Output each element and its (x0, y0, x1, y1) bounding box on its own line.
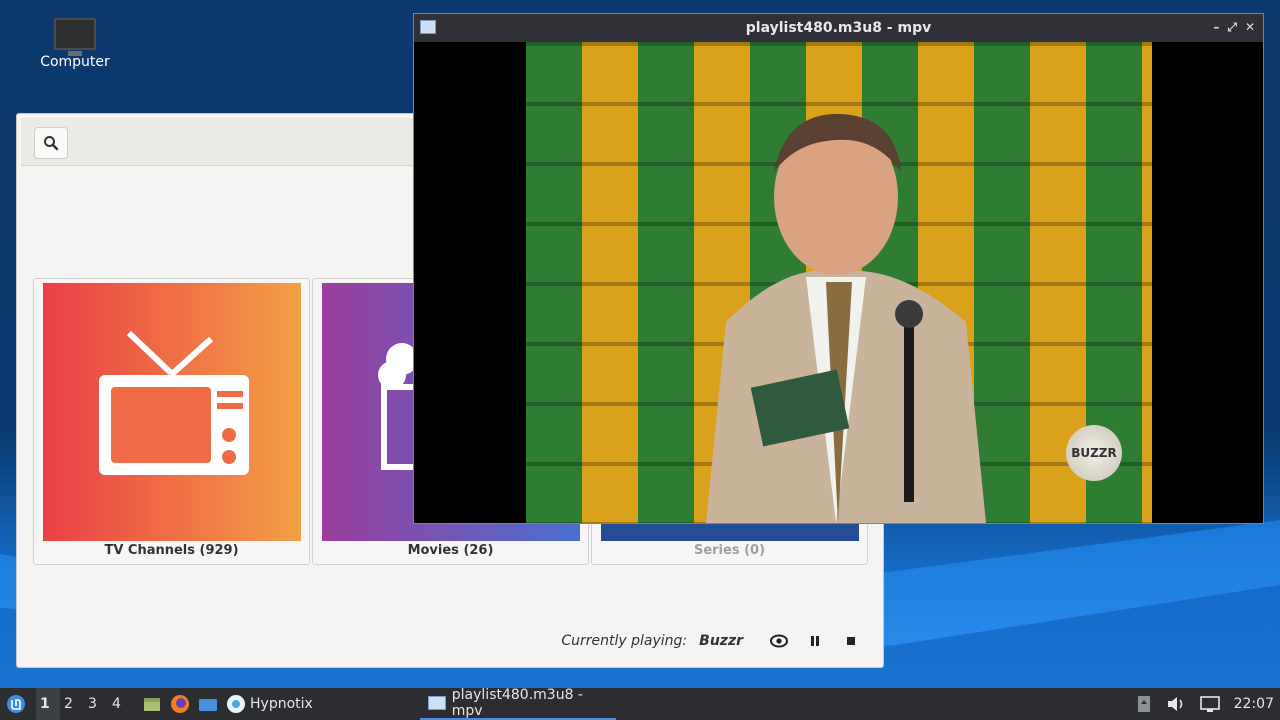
window-icon (428, 696, 446, 710)
removable-drive-icon[interactable] (1136, 694, 1152, 714)
folder-icon (199, 699, 217, 711)
desktop-icon-computer[interactable]: Computer (36, 18, 114, 70)
search-icon (44, 136, 59, 151)
pause-button[interactable] (803, 629, 827, 653)
task-hypnotix[interactable]: Hypnotix (222, 688, 317, 720)
volume-icon[interactable] (1166, 695, 1186, 713)
video-host-figure (706, 113, 986, 523)
firefox-launcher[interactable] (166, 688, 194, 720)
workspace-1[interactable]: 1 (36, 688, 60, 720)
folder-launcher[interactable] (194, 688, 222, 720)
window-icon (420, 20, 436, 34)
card-label: Movies (26) (407, 543, 494, 558)
eye-icon (770, 634, 788, 648)
firefox-icon (171, 695, 189, 713)
mint-menu-icon (7, 695, 25, 713)
files-launcher[interactable] (138, 688, 166, 720)
hypnotix-icon (227, 695, 245, 713)
clock[interactable]: 22:07 (1234, 696, 1274, 712)
desktop-icon-label: Computer (40, 54, 110, 70)
search-button[interactable] (34, 127, 68, 159)
mpv-title: playlist480.m3u8 - mpv (745, 20, 932, 36)
card-label: TV Channels (929) (104, 543, 239, 558)
show-video-button[interactable] (767, 629, 791, 653)
workspace-3[interactable]: 3 (84, 688, 108, 720)
currently-playing-label: Currently playing: (561, 633, 688, 649)
tv-art (43, 283, 301, 541)
mint-menu-button[interactable] (0, 688, 30, 720)
tv-icon (99, 330, 249, 475)
workspace-2[interactable]: 2 (60, 688, 84, 720)
task-mpv[interactable]: playlist480.m3u8 - mpv (420, 687, 616, 720)
monitor-icon (54, 18, 96, 56)
task-label: playlist480.m3u8 - mpv (451, 687, 583, 719)
pause-icon (811, 636, 819, 646)
video-frame[interactable]: BUZZR (526, 42, 1152, 523)
task-label: Hypnotix (250, 696, 313, 712)
maximize-icon[interactable]: ⤢ (1227, 20, 1237, 35)
taskbar: 1 2 3 4 Hypnotix playlist480.m3u8 - mpv (0, 687, 1280, 720)
minimize-icon[interactable]: – (1213, 20, 1219, 35)
window-controls: – ⤢ ✕ (1213, 20, 1255, 35)
channel-watermark: BUZZR (1066, 425, 1122, 481)
files-icon (144, 698, 160, 711)
card-label: Series (0) (693, 543, 766, 558)
close-icon[interactable]: ✕ (1245, 20, 1255, 35)
card-tv-channels[interactable]: TV Channels (929) (33, 278, 310, 565)
mpv-titlebar[interactable]: playlist480.m3u8 - mpv – ⤢ ✕ (414, 14, 1263, 42)
current-channel: Buzzr (699, 633, 743, 649)
stop-icon (847, 637, 855, 645)
workspace-4[interactable]: 4 (108, 688, 132, 720)
stop-button[interactable] (839, 629, 863, 653)
mpv-window: playlist480.m3u8 - mpv – ⤢ ✕ BUZZR (413, 13, 1264, 524)
playback-bar: Currently playing: Buzzr (561, 629, 863, 653)
network-icon[interactable] (1199, 695, 1220, 713)
system-tray: 22:07 (1136, 688, 1280, 720)
